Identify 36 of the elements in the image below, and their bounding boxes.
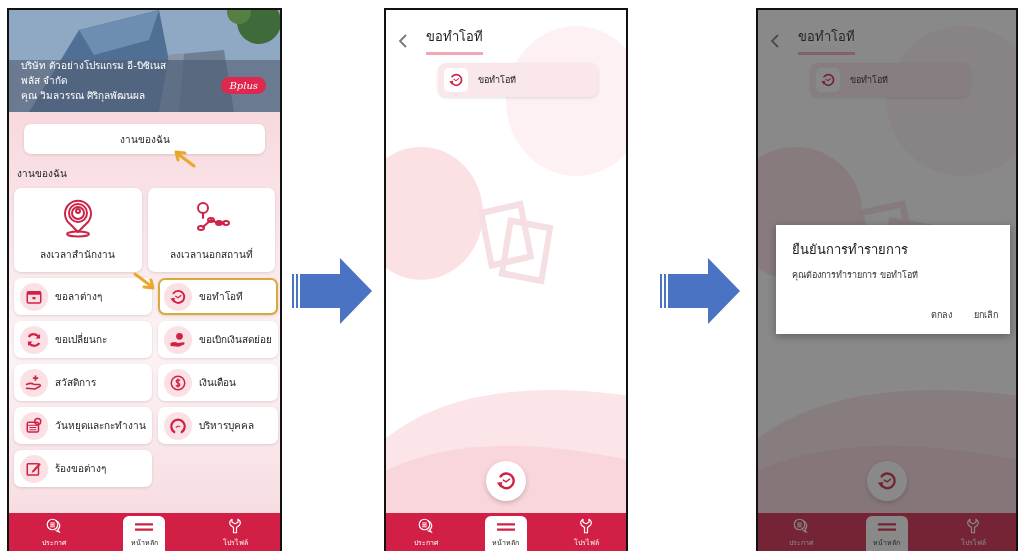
menu-item[interactable]: สวัสดิการ xyxy=(14,364,152,401)
menu-item[interactable]: ร้องขอต่างๆ xyxy=(14,450,152,487)
dialog-title: ยืนยันการทำรายการ xyxy=(792,241,909,259)
menu-label: เงินเดือน xyxy=(199,376,236,390)
menu-item[interactable]: เงินเดือน xyxy=(158,364,278,401)
menu-label: ขอลาต่างๆ xyxy=(55,290,102,304)
page-title: ขอทำโอที xyxy=(798,26,855,55)
request-chip[interactable]: ขอทำโอที xyxy=(810,63,970,97)
request-chip[interactable]: ขอทำโอที xyxy=(438,63,598,97)
menu-item[interactable]: ขอลาต่างๆ xyxy=(14,278,152,315)
menu-label: ลงเวลานอกสถานที่ xyxy=(169,247,253,262)
dialog-message: คุณต้องการทำรายการ ขอทำโอที xyxy=(792,269,919,282)
logo: Bplus xyxy=(221,77,266,94)
menu-label: ลงเวลาสำนักงาน xyxy=(40,248,116,262)
menu-item[interactable]: ขอเบิกเงินสดย่อย xyxy=(158,321,278,358)
menu-item[interactable]: ขอเปลี่ยนกะ xyxy=(14,321,152,358)
menu-label: ร้องขอต่างๆ xyxy=(55,462,106,476)
menu-label: สวัสดิการ xyxy=(55,376,96,390)
dialog-button[interactable]: ยกเลิก xyxy=(974,308,998,322)
section-title: งานของฉัน xyxy=(17,167,68,181)
menu-label: วันหยุดและกะทำงาน xyxy=(55,419,146,433)
dialog-button[interactable]: ตกลง xyxy=(931,308,952,322)
menu-item[interactable]: ขอทำโอที xyxy=(158,278,278,315)
user-name: คุณ วิมลวรรณ ศิริกุลพัฒนผล xyxy=(21,90,147,102)
menu-label: ขอเบิกเงินสดย่อย xyxy=(199,333,272,347)
menu-label: ขอเปลี่ยนกะ xyxy=(55,332,107,347)
company-name: บริษัท ตัวอย่างโปรแกรม อี-บิซิเนส xyxy=(21,60,166,72)
menu-item[interactable]: บริหารบุคคล xyxy=(158,407,278,444)
menu-item[interactable]: วันหยุดและกะทำงาน xyxy=(14,407,152,444)
company-name: พลัส จำกัด xyxy=(21,75,69,87)
my-work-button[interactable]: งานของฉัน xyxy=(24,124,265,154)
menu-card[interactable]: ลงเวลานอกสถานที่ xyxy=(147,188,275,272)
menu-card[interactable]: ลงเวลาสำนักงาน xyxy=(14,188,142,272)
menu-label: บริหารบุคคล xyxy=(199,419,254,433)
page-title: ขอทำโอที xyxy=(426,26,483,55)
menu-label: ขอทำโอที xyxy=(199,290,243,304)
